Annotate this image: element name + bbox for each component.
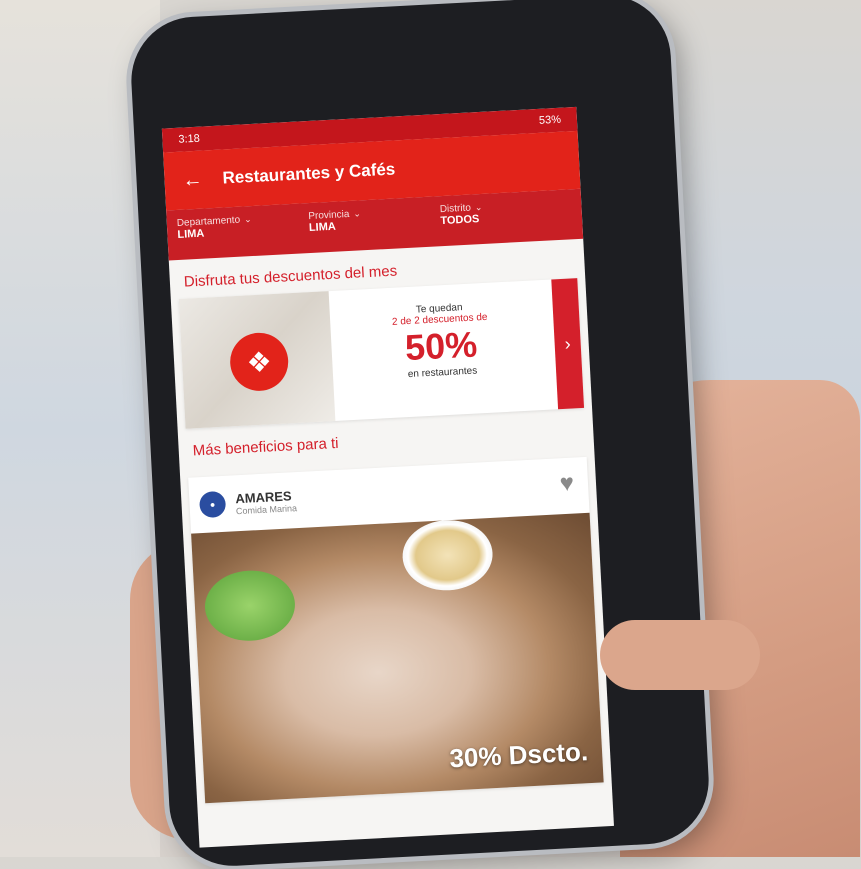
hand-finger: [600, 620, 760, 690]
fork-knife-icon: ❖: [228, 331, 290, 393]
promo-image: ❖: [178, 291, 336, 429]
food-image: 30% Dscto.: [191, 512, 604, 804]
back-arrow-icon[interactable]: ←: [182, 168, 213, 193]
status-time: 3:18: [178, 132, 201, 146]
filter-label: Provincia: [308, 208, 350, 223]
food-garnish: [203, 568, 297, 643]
phone-screen: 3:18 53% ← Restaurantes y Cafés Departam…: [161, 106, 614, 848]
filter-provincia[interactable]: Provincia ⌄ LIMA: [308, 196, 442, 253]
phone: 3:18 53% ← Restaurantes y Cafés Departam…: [128, 0, 732, 869]
chevron-right-icon[interactable]: ›: [551, 278, 585, 410]
discount-promo-card[interactable]: ❖ Te quedan 2 de 2 descuentos de 50% en …: [178, 278, 585, 429]
promo-text: Te quedan 2 de 2 descuentos de 50% en re…: [329, 278, 584, 421]
chevron-down-icon: ⌄: [353, 208, 362, 219]
phone-body: 3:18 53% ← Restaurantes y Cafés Departam…: [128, 0, 712, 869]
status-battery: 53%: [538, 113, 562, 127]
restaurant-card[interactable]: ● AMARES Comida Marina ♥ 30% Dscto.: [188, 456, 604, 804]
chevron-down-icon: ⌄: [474, 201, 483, 213]
chevron-down-icon: ⌄: [243, 214, 252, 225]
card-names: AMARES Comida Marina: [235, 488, 297, 516]
food-bowl: [400, 517, 495, 593]
filter-departamento[interactable]: Departamento ⌄ LIMA: [176, 203, 310, 260]
restaurant-logo: ●: [198, 490, 227, 519]
discount-label: 30% Dscto.: [448, 736, 589, 774]
filter-label: Distrito: [439, 202, 472, 216]
heart-icon[interactable]: ♥: [559, 470, 575, 499]
filter-distrito[interactable]: Distrito ⌄ TODOS: [439, 189, 573, 246]
page-title: Restaurantes y Cafés: [222, 159, 396, 188]
